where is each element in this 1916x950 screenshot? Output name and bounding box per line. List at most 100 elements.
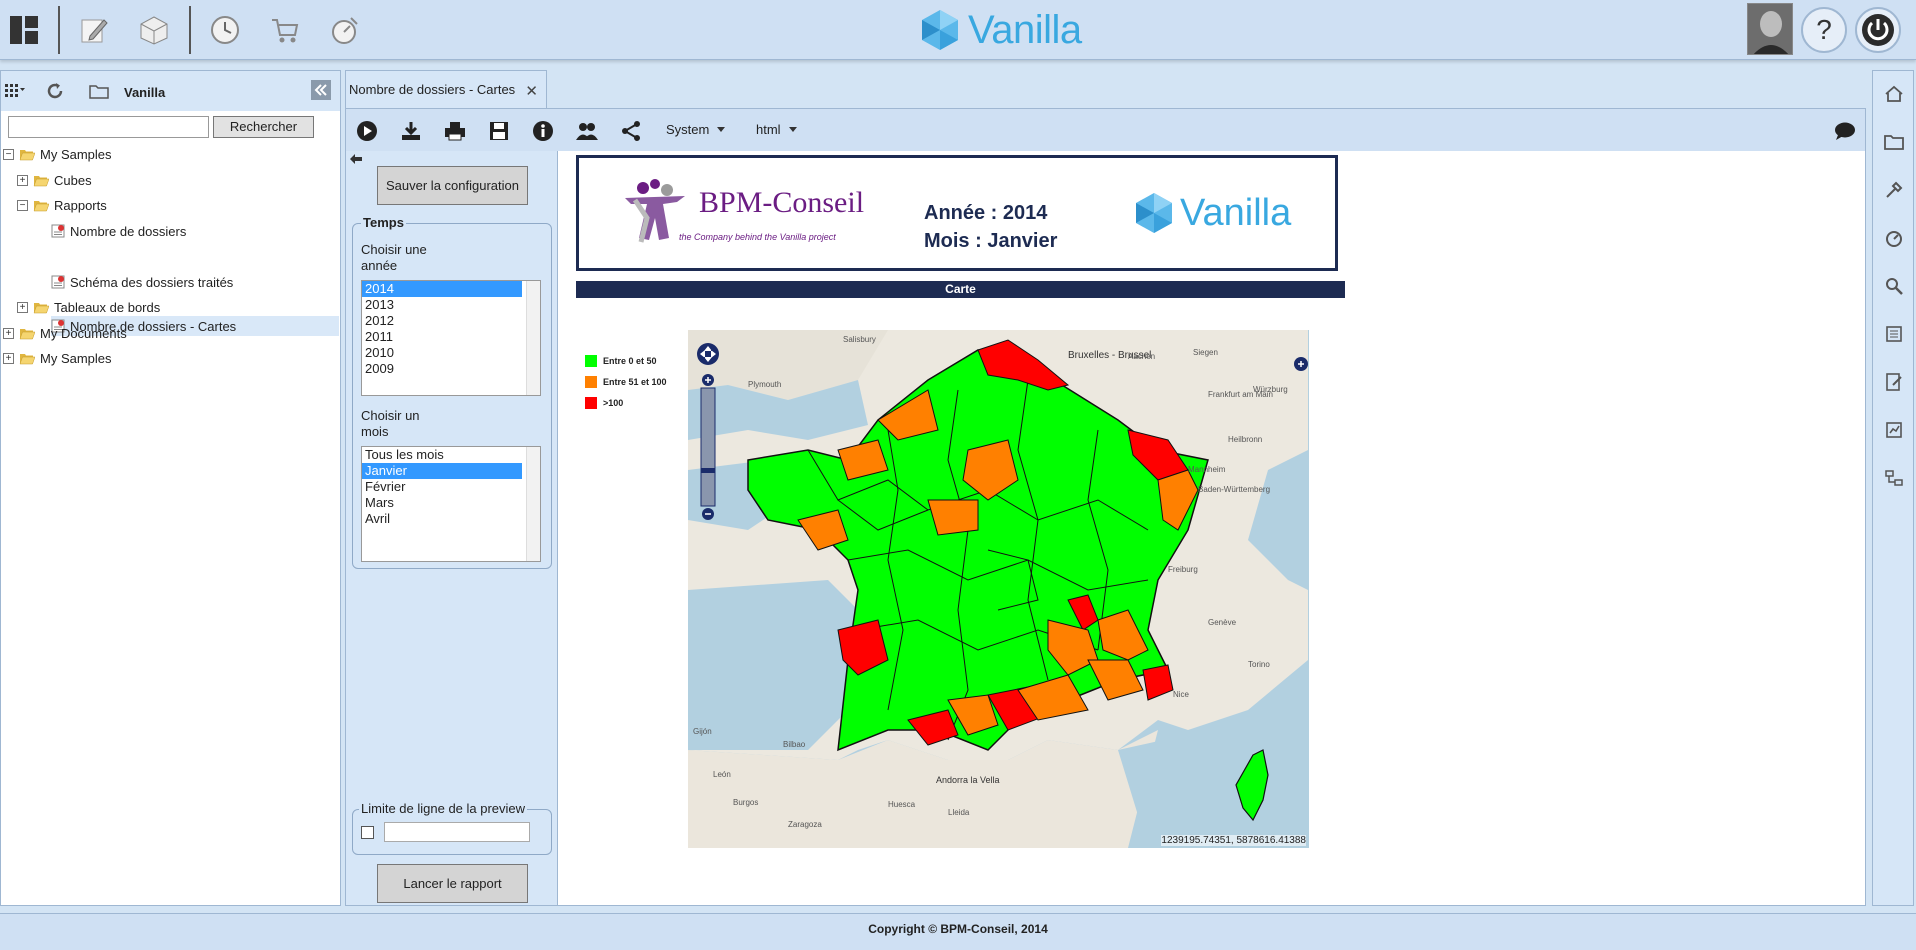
- report-month: Mois : Janvier: [924, 230, 1058, 252]
- vanilla-logo-icon: [922, 10, 958, 50]
- list-icon[interactable]: [1883, 323, 1905, 345]
- download-icon[interactable]: [399, 119, 423, 143]
- expand-toggle-icon[interactable]: +: [17, 174, 28, 186]
- tree-item-report[interactable]: Schéma des dossiers traités: [51, 272, 233, 292]
- collapse-toggle-icon[interactable]: −: [17, 199, 28, 211]
- expand-toggle-icon[interactable]: +: [3, 327, 14, 339]
- month-option[interactable]: Mars: [362, 495, 522, 511]
- preview-fieldset: Limite de ligne de la preview: [352, 801, 552, 855]
- logout-button[interactable]: [1855, 7, 1901, 53]
- comment-icon[interactable]: [1833, 119, 1857, 143]
- year-option[interactable]: 2009: [362, 361, 522, 377]
- timer-icon[interactable]: [321, 6, 369, 54]
- users-icon[interactable]: [575, 119, 599, 143]
- report-icon: [51, 224, 65, 238]
- year-listbox[interactable]: 2014 2013 2012 2011 2010 2009: [361, 280, 541, 396]
- search-input[interactable]: [8, 116, 209, 138]
- map-layer-switcher[interactable]: [1294, 357, 1308, 371]
- search-button[interactable]: Rechercher: [213, 116, 314, 138]
- map-canvas[interactable]: [688, 330, 1309, 848]
- system-dropdown[interactable]: System: [666, 122, 726, 137]
- expand-toggle-icon[interactable]: +: [17, 301, 28, 313]
- section-title-bar: Carte: [576, 281, 1345, 298]
- map-pan-control[interactable]: [697, 343, 719, 365]
- folder-open-icon: [19, 328, 35, 339]
- map-coordinates: 1239195.74351, 5878616.41388: [1161, 835, 1306, 846]
- report-icon[interactable]: [1883, 419, 1905, 441]
- hierarchy-icon[interactable]: [1883, 467, 1905, 489]
- tree-item-my-samples[interactable]: − My Samples: [3, 144, 112, 164]
- tree-item-rapports[interactable]: − Rapports: [17, 195, 107, 215]
- clock-icon[interactable]: [201, 6, 249, 54]
- tree-item-my-samples-2[interactable]: + My Samples: [3, 348, 112, 368]
- avatar[interactable]: [1747, 3, 1793, 55]
- repository-title: Vanilla: [124, 85, 166, 100]
- tree-item-my-documents[interactable]: + My Documents: [3, 323, 127, 343]
- scrollbar[interactable]: [526, 281, 540, 395]
- legend-swatch: [585, 355, 597, 367]
- preview-limit-input[interactable]: [384, 822, 530, 842]
- chevron-down-icon: [717, 127, 726, 132]
- tree-item-label: Nombre de dossiers: [70, 223, 187, 239]
- year-option[interactable]: 2010: [362, 345, 522, 361]
- tools-icon[interactable]: [1883, 179, 1905, 201]
- scrollbar[interactable]: [526, 447, 540, 561]
- choropleth-map[interactable]: Bruxelles - Brussel Salisbury Plymouth A…: [688, 330, 1309, 848]
- collapse-panel-icon[interactable]: [311, 80, 331, 100]
- month-listbox[interactable]: Tous les mois Janvier Février Mars Avril: [361, 446, 541, 562]
- home-icon[interactable]: [1883, 83, 1905, 105]
- run-icon[interactable]: [355, 119, 379, 143]
- repository-header: Vanilla: [1, 71, 340, 111]
- folder-icon[interactable]: [89, 83, 109, 102]
- cart-icon[interactable]: [261, 6, 309, 54]
- map-place-label: Nice: [1173, 690, 1190, 699]
- folder-icon[interactable]: [1883, 131, 1905, 153]
- preview-limit-checkbox[interactable]: [361, 826, 374, 839]
- month-option[interactable]: Avril: [362, 511, 522, 527]
- save-icon[interactable]: [487, 119, 511, 143]
- dashboard-icon[interactable]: [0, 6, 48, 54]
- tree-item-report[interactable]: Nombre de dossiers: [51, 221, 186, 241]
- map-place-label: Bilbao: [783, 740, 806, 749]
- gauge-icon[interactable]: [1883, 227, 1905, 249]
- system-dropdown-label: System: [666, 122, 710, 137]
- edit-icon[interactable]: [70, 6, 118, 54]
- print-icon[interactable]: [443, 119, 467, 143]
- grid-menu-icon[interactable]: [5, 83, 25, 100]
- map-place-label: Baden-Württemberg: [1198, 485, 1271, 494]
- map-zoom-slider[interactable]: [700, 374, 716, 520]
- month-option[interactable]: Janvier: [362, 463, 522, 479]
- run-report-button[interactable]: Lancer le rapport: [377, 864, 528, 903]
- share-icon[interactable]: [619, 119, 643, 143]
- year-option[interactable]: 2013: [362, 297, 522, 313]
- format-dropdown-label: html: [756, 122, 781, 137]
- arrow-left-icon[interactable]: [349, 153, 363, 168]
- year-option[interactable]: 2014: [362, 281, 522, 297]
- tree-item-tableaux-de-bords[interactable]: + Tableaux de bords: [17, 297, 160, 317]
- year-option[interactable]: 2011: [362, 329, 522, 345]
- refresh-icon[interactable]: [46, 82, 64, 103]
- map-place-label: Salisbury: [843, 335, 876, 344]
- folder-open-icon: [19, 353, 35, 364]
- cube-icon[interactable]: [130, 6, 178, 54]
- close-icon[interactable]: ✕: [525, 82, 538, 100]
- toolbar-separator: [189, 6, 191, 54]
- expand-toggle-icon[interactable]: +: [3, 352, 14, 364]
- tab-report[interactable]: Nombre de dossiers - Cartes ✕: [345, 70, 547, 108]
- vanilla-logo: Vanilla: [918, 4, 1082, 56]
- save-configuration-button[interactable]: Sauver la configuration: [377, 166, 528, 205]
- format-dropdown[interactable]: html: [756, 122, 797, 137]
- help-button[interactable]: ?: [1801, 7, 1847, 53]
- tree-item-cubes[interactable]: + Cubes: [17, 170, 92, 190]
- map-place-label: Plymouth: [748, 380, 782, 389]
- year-option[interactable]: 2012: [362, 313, 522, 329]
- map-place-label: Freiburg: [1168, 565, 1198, 574]
- info-icon[interactable]: [531, 119, 555, 143]
- document-edit-icon[interactable]: [1883, 371, 1905, 393]
- tree-item-label: My Documents: [40, 325, 127, 341]
- vanilla-logo-text: Vanilla: [968, 7, 1082, 52]
- search-doc-icon[interactable]: [1883, 275, 1905, 297]
- month-option[interactable]: Tous les mois: [362, 447, 522, 463]
- month-option[interactable]: Février: [362, 479, 522, 495]
- collapse-toggle-icon[interactable]: −: [3, 148, 14, 160]
